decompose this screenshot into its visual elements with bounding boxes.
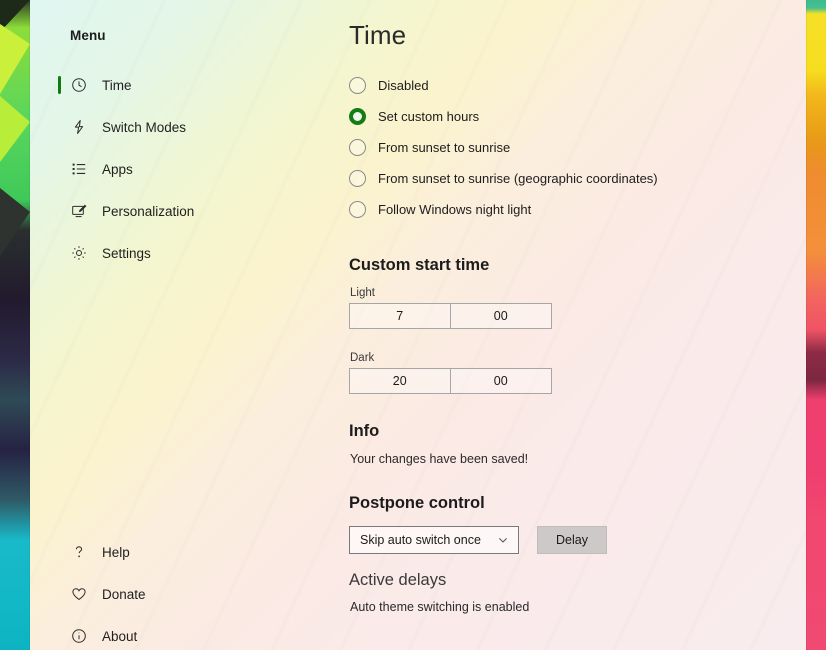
clock-icon	[69, 75, 89, 95]
sidebar-title: Menu	[70, 28, 106, 43]
sidebar-item-label: Personalization	[102, 203, 195, 219]
sidebar: Menu Time Switch Modes Apps Personalizat…	[30, 0, 320, 650]
sidebar-item-donate[interactable]: Donate	[44, 577, 302, 611]
page-title: Time	[349, 20, 407, 50]
radio-option-disabled[interactable]: Disabled	[349, 70, 779, 101]
heart-icon	[69, 584, 89, 604]
radio-circle	[349, 139, 366, 156]
active-indicator	[58, 202, 61, 220]
radio-option-set-custom-hours[interactable]: Set custom hours	[349, 101, 779, 132]
radio-label: Disabled	[378, 78, 429, 93]
active-indicator	[58, 543, 61, 561]
active-delays-message: Auto theme switching is enabled	[350, 600, 530, 614]
active-indicator	[58, 244, 61, 262]
active-indicator	[58, 585, 61, 603]
radio-circle-selected	[349, 108, 366, 125]
delay-button[interactable]: Delay	[537, 526, 607, 554]
radio-circle	[349, 170, 366, 187]
wallpaper-right-stripe	[806, 0, 826, 650]
auto-dark-mode-window: Menu Time Switch Modes Apps Personalizat…	[30, 0, 806, 650]
sidebar-item-time[interactable]: Time	[44, 68, 302, 102]
light-hours-input[interactable]: 7	[349, 303, 451, 329]
dark-minutes-input[interactable]: 00	[450, 368, 552, 394]
postpone-control-heading: Postpone control	[349, 494, 485, 512]
wallpaper-left-stripe	[0, 0, 30, 650]
radio-circle	[349, 201, 366, 218]
radio-label: From sunset to sunrise	[378, 140, 511, 155]
active-delays-heading: Active delays	[349, 571, 447, 589]
light-time-field: 7 00	[349, 303, 552, 329]
content-pane: Time Disabled Set custom hours From suns…	[320, 0, 806, 650]
custom-start-time-heading: Custom start time	[349, 256, 490, 274]
postpone-action-dropdown[interactable]: Skip auto switch once	[349, 526, 519, 554]
time-mode-radio-group: Disabled Set custom hours From sunset to…	[349, 70, 779, 225]
dark-time-label: Dark	[350, 352, 375, 364]
radio-label: Set custom hours	[378, 109, 480, 124]
sidebar-item-help[interactable]: Help	[44, 535, 302, 569]
light-minutes-input[interactable]: 00	[450, 303, 552, 329]
sidebar-item-label: Settings	[102, 245, 151, 261]
sidebar-item-label: Help	[102, 544, 130, 560]
active-indicator	[58, 627, 61, 645]
sidebar-item-label: About	[102, 628, 138, 644]
sidebar-item-switch-modes[interactable]: Switch Modes	[44, 110, 302, 144]
sidebar-item-label: Donate	[102, 586, 146, 602]
info-heading: Info	[349, 422, 380, 440]
radio-option-follow-windows-night-light[interactable]: Follow Windows night light	[349, 194, 779, 225]
sidebar-item-personalization[interactable]: Personalization	[44, 194, 302, 228]
dark-hours-input[interactable]: 20	[349, 368, 451, 394]
info-circle-icon	[69, 626, 89, 646]
dark-time-field: 20 00	[349, 368, 552, 394]
active-indicator	[58, 160, 61, 178]
radio-option-sunset-to-sunrise-geo[interactable]: From sunset to sunrise (geographic coord…	[349, 163, 779, 194]
sidebar-item-label: Apps	[102, 161, 133, 177]
sidebar-item-settings[interactable]: Settings	[44, 236, 302, 270]
gear-icon	[69, 243, 89, 263]
sidebar-item-apps[interactable]: Apps	[44, 152, 302, 186]
lightning-bolt-icon	[69, 117, 89, 137]
sidebar-item-label: Time	[102, 77, 132, 93]
list-icon	[69, 159, 89, 179]
active-indicator	[58, 118, 61, 136]
light-time-label: Light	[350, 287, 375, 299]
radio-label: From sunset to sunrise (geographic coord…	[378, 171, 658, 186]
radio-option-sunset-to-sunrise[interactable]: From sunset to sunrise	[349, 132, 779, 163]
active-indicator	[58, 76, 61, 94]
dropdown-selected-value: Skip auto switch once	[360, 533, 481, 547]
question-mark-icon	[69, 542, 89, 562]
sidebar-item-about[interactable]: About	[44, 619, 302, 650]
info-message: Your changes have been saved!	[350, 452, 529, 466]
radio-circle	[349, 77, 366, 94]
chevron-down-icon	[497, 534, 509, 546]
radio-label: Follow Windows night light	[378, 202, 532, 217]
pen-screen-icon	[69, 201, 89, 221]
sidebar-item-label: Switch Modes	[102, 119, 187, 135]
